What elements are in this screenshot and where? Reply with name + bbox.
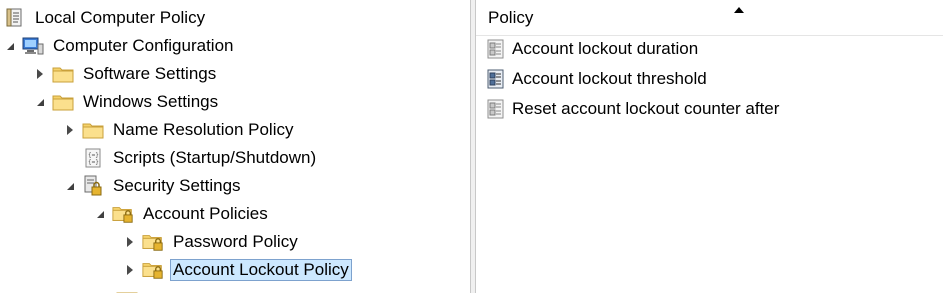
- secure-folder-icon: [142, 259, 164, 281]
- tree-item-software-settings[interactable]: Software Settings: [34, 61, 219, 87]
- secure-folder-icon: [142, 231, 164, 253]
- column-header-label: Policy: [488, 7, 534, 27]
- list-item-label: Reset account lockout counter after: [512, 99, 780, 118]
- console-tree: Local Computer Policy Computer Configura…: [0, 0, 470, 293]
- list-item-label: Account lockout duration: [512, 39, 699, 58]
- expand-toggle-icon[interactable]: [124, 229, 136, 255]
- tree-item-computer-configuration[interactable]: Computer Configuration: [4, 33, 236, 59]
- policy-document-icon: [4, 7, 26, 29]
- security-settings-icon: [82, 175, 104, 197]
- tree-item-label: Name Resolution Policy: [113, 120, 294, 139]
- tree-item-label: Account Policies: [143, 204, 268, 223]
- tree-item-local-computer-policy[interactable]: Local Computer Policy: [4, 5, 208, 31]
- expand-toggle-icon[interactable]: [64, 117, 76, 143]
- tree-item-partial-folder-icon: [116, 286, 140, 293]
- secure-folder-icon: [112, 203, 134, 225]
- list-item-reset-account-lockout-counter[interactable]: Reset account lockout counter after: [484, 95, 779, 123]
- folder-icon: [82, 119, 104, 141]
- list-item-account-lockout-duration[interactable]: Account lockout duration: [484, 35, 698, 63]
- tree-item-label: Local Computer Policy: [35, 8, 206, 27]
- folder-icon: [52, 63, 74, 85]
- expand-toggle-icon[interactable]: [34, 61, 46, 87]
- list-item-label: Account lockout threshold: [512, 69, 707, 88]
- tree-item-security-settings[interactable]: Security Settings: [64, 173, 244, 199]
- tree-item-label: Account Lockout Policy: [170, 259, 352, 281]
- tree-item-label: Software Settings: [83, 64, 217, 83]
- tree-item-account-lockout-policy[interactable]: Account Lockout Policy: [124, 257, 352, 283]
- tree-item-name-resolution-policy[interactable]: Name Resolution Policy: [64, 117, 296, 143]
- expand-toggle-icon[interactable]: [64, 173, 76, 199]
- tree-item-account-policies[interactable]: Account Policies: [94, 201, 271, 227]
- script-icon: {=} {=}: [82, 147, 104, 169]
- computer-icon: [22, 35, 44, 57]
- policy-setting-active-icon: [484, 68, 508, 90]
- sort-ascending-icon: [734, 7, 744, 13]
- tree-item-password-policy[interactable]: Password Policy: [124, 229, 301, 255]
- expand-toggle-icon[interactable]: [124, 257, 136, 283]
- tree-item-label: Security Settings: [113, 176, 241, 195]
- details-pane: Policy Account lockout duration Account …: [476, 0, 943, 293]
- policy-setting-icon: [484, 38, 508, 60]
- expand-toggle-icon[interactable]: [34, 89, 46, 115]
- list-item-account-lockout-threshold[interactable]: Account lockout threshold: [484, 65, 707, 93]
- column-header-policy[interactable]: Policy: [476, 0, 943, 36]
- tree-item-windows-settings[interactable]: Windows Settings: [34, 89, 221, 115]
- policy-setting-icon: [484, 98, 508, 120]
- svg-text:{=}: {=}: [88, 152, 99, 159]
- tree-item-scripts[interactable]: {=} {=} Scripts (Startup/Shutdown): [82, 145, 319, 171]
- svg-text:{=}: {=}: [88, 159, 99, 166]
- tree-item-label: Windows Settings: [83, 92, 219, 111]
- tree-item-label: Password Policy: [173, 232, 298, 251]
- tree-item-label: Scripts (Startup/Shutdown): [113, 148, 317, 167]
- folder-icon: [52, 91, 74, 113]
- expand-toggle-icon[interactable]: [4, 33, 16, 59]
- expand-toggle-icon[interactable]: [94, 201, 106, 227]
- tree-item-label: Computer Configuration: [53, 36, 234, 55]
